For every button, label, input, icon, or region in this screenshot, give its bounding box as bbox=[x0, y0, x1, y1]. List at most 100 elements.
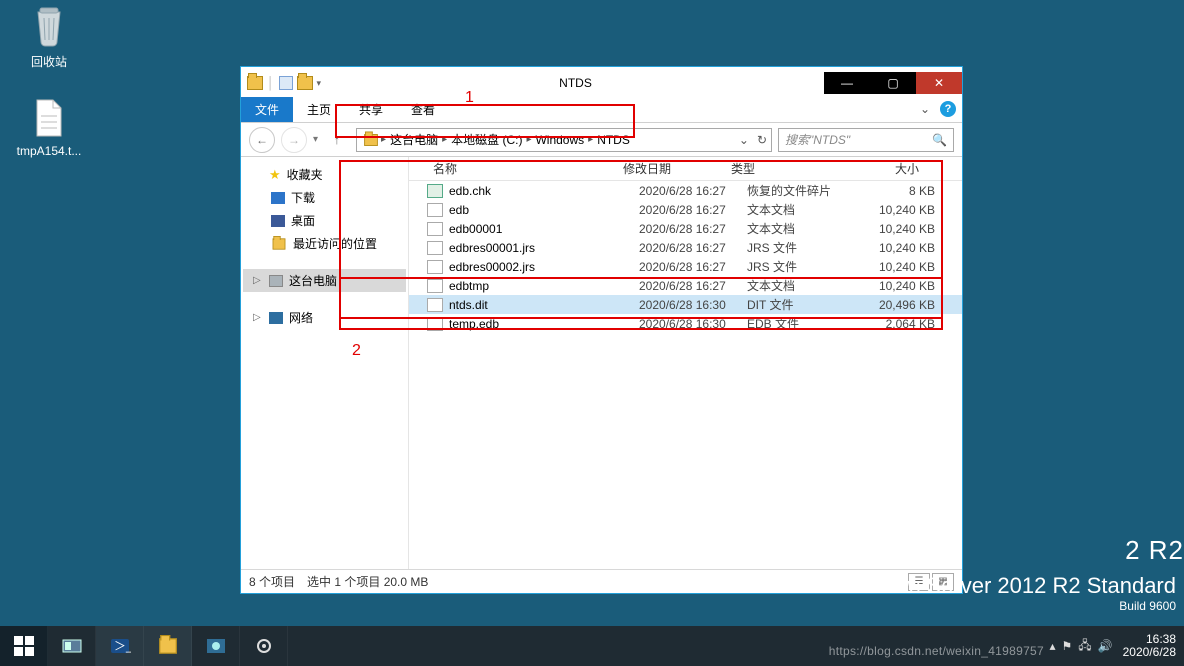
search-icon: 🔍 bbox=[932, 133, 947, 147]
file-name: edb.chk bbox=[449, 184, 639, 198]
file-size: 20,496 KB bbox=[861, 298, 951, 312]
file-icon bbox=[427, 241, 443, 255]
help-icon[interactable]: ? bbox=[940, 101, 956, 117]
file-type: 文本文档 bbox=[747, 201, 861, 218]
file-type: 文本文档 bbox=[747, 277, 861, 294]
maximize-button[interactable]: ▢ bbox=[870, 72, 916, 94]
tree-recent[interactable]: 最近访问的位置 bbox=[243, 232, 406, 255]
up-icon: ↑ bbox=[334, 133, 340, 147]
tray-network-icon[interactable]: 🖧 bbox=[1078, 636, 1091, 657]
downloads-icon bbox=[271, 192, 285, 204]
col-name[interactable]: 名称 bbox=[409, 160, 623, 177]
file-date: 2020/6/28 16:27 bbox=[639, 184, 747, 198]
taskbar-clock[interactable]: 16:38 2020/6/28 bbox=[1123, 633, 1176, 659]
back-icon: ← bbox=[256, 133, 268, 147]
file-name: edbtmp bbox=[449, 279, 639, 293]
breadcrumb-segment[interactable]: NTDS bbox=[595, 133, 632, 147]
explorer-icon bbox=[159, 638, 177, 653]
refresh-icon[interactable]: ↻ bbox=[757, 133, 767, 147]
tab-home[interactable]: 主页 bbox=[293, 97, 345, 122]
os-r2-ghost: 2 R2 bbox=[1125, 535, 1184, 566]
taskbar: ＞_ ▴ ⚑ 🖧 🔊 16:38 2020/6/28 bbox=[0, 626, 1184, 666]
app-icon bbox=[247, 76, 263, 90]
taskbar-server-manager[interactable] bbox=[48, 626, 96, 666]
back-button[interactable]: ← bbox=[249, 127, 275, 153]
ribbon: 文件 主页 共享 查看 ⌄ ? bbox=[241, 99, 962, 123]
status-count: 8 个项目 bbox=[249, 573, 295, 590]
file-icon bbox=[427, 203, 443, 217]
file-row[interactable]: ntds.dit2020/6/28 16:30DIT 文件20,496 KB bbox=[409, 295, 962, 314]
titlebar[interactable]: │ ▾ NTDS — ▢ ✕ bbox=[241, 67, 962, 99]
taskbar-powershell[interactable]: ＞_ bbox=[96, 626, 144, 666]
minimize-button[interactable]: — bbox=[824, 72, 870, 94]
file-icon bbox=[427, 298, 443, 312]
qat-dropdown-icon[interactable]: ▾ bbox=[317, 78, 322, 89]
tree-label: 最近访问的位置 bbox=[293, 235, 377, 252]
desktop-icon bbox=[271, 215, 285, 227]
file-date: 2020/6/28 16:27 bbox=[639, 260, 747, 274]
tray-up-icon[interactable]: ▴ bbox=[1049, 639, 1055, 653]
caret-icon: ▷ bbox=[253, 312, 263, 323]
file-icon bbox=[427, 184, 443, 198]
recent-dropdown-icon[interactable]: ▾ bbox=[313, 134, 318, 145]
file-date: 2020/6/28 16:27 bbox=[639, 203, 747, 217]
desktop-icon-tmpfile[interactable]: tmpA154.t... bbox=[15, 96, 83, 158]
tab-share[interactable]: 共享 bbox=[345, 97, 397, 122]
tree-label: 桌面 bbox=[291, 212, 315, 229]
close-button[interactable]: ✕ bbox=[916, 72, 962, 94]
column-headers[interactable]: 名称 修改日期 类型 大小 bbox=[409, 157, 962, 181]
tray-volume-icon[interactable]: 🔊 bbox=[1098, 639, 1113, 653]
windows-logo-icon bbox=[14, 636, 34, 656]
tree-this-pc[interactable]: ▷ 这台电脑 bbox=[243, 269, 406, 292]
qat-props-icon[interactable] bbox=[279, 76, 293, 90]
up-button[interactable]: ↑ bbox=[324, 127, 350, 153]
file-explorer-window: │ ▾ NTDS — ▢ ✕ 文件 主页 共享 查看 ⌄ ? ← → ▾ ↑ ▸… bbox=[240, 66, 963, 594]
file-row[interactable]: temp.edb2020/6/28 16:30EDB 文件2,064 KB bbox=[409, 314, 962, 333]
tree-desktop[interactable]: 桌面 bbox=[243, 209, 406, 232]
tab-view[interactable]: 查看 bbox=[397, 97, 449, 122]
file-row[interactable]: edbtmp2020/6/28 16:27文本文档10,240 KB bbox=[409, 276, 962, 295]
file-row[interactable]: edb.chk2020/6/28 16:27恢复的文件碎片8 KB bbox=[409, 181, 962, 200]
tab-file[interactable]: 文件 bbox=[241, 97, 293, 122]
file-row[interactable]: edb000012020/6/28 16:27文本文档10,240 KB bbox=[409, 219, 962, 238]
ribbon-expand-icon[interactable]: ⌄ bbox=[920, 102, 930, 116]
desktop-icon-recycle-bin[interactable]: 回收站 bbox=[15, 5, 83, 70]
star-icon: ★ bbox=[269, 167, 281, 183]
system-tray[interactable]: ▴ ⚑ 🖧 🔊 bbox=[1049, 636, 1112, 657]
search-input[interactable]: 搜索"NTDS" 🔍 bbox=[778, 128, 954, 152]
taskbar-app-2[interactable] bbox=[240, 626, 288, 666]
breadcrumb-segment[interactable]: 这台电脑 bbox=[388, 131, 440, 148]
file-size: 10,240 KB bbox=[861, 260, 951, 274]
tree-network[interactable]: ▷ 网络 bbox=[243, 306, 406, 329]
file-row[interactable]: edbres00002.jrs2020/6/28 16:27JRS 文件10,2… bbox=[409, 257, 962, 276]
tree-downloads[interactable]: 下载 bbox=[243, 186, 406, 209]
taskbar-app-1[interactable] bbox=[192, 626, 240, 666]
start-button[interactable] bbox=[0, 626, 48, 666]
file-icon bbox=[29, 96, 69, 140]
col-date[interactable]: 修改日期 bbox=[623, 160, 731, 177]
address-bar[interactable]: ▸ 这台电脑 ▸ 本地磁盘 (C:) ▸ Windows ▸ NTDS ⌄ ↻ bbox=[356, 128, 772, 152]
breadcrumb-segment[interactable]: 本地磁盘 (C:) bbox=[449, 131, 524, 148]
file-name: ntds.dit bbox=[449, 298, 639, 312]
taskbar-explorer[interactable] bbox=[144, 626, 192, 666]
file-name: temp.edb bbox=[449, 317, 639, 331]
address-dropdown-icon[interactable]: ⌄ bbox=[739, 133, 749, 147]
svg-text:＞_: ＞_ bbox=[114, 639, 131, 653]
col-size[interactable]: 大小 bbox=[845, 160, 935, 177]
tray-flag-icon[interactable]: ⚑ bbox=[1062, 639, 1073, 653]
qat-newfolder-icon[interactable] bbox=[297, 76, 313, 90]
tree-label: 收藏夹 bbox=[287, 166, 323, 183]
tree-favorites[interactable]: ★ 收藏夹 bbox=[243, 163, 406, 186]
clock-date: 2020/6/28 bbox=[1123, 646, 1176, 659]
qat-sep: │ bbox=[267, 76, 275, 90]
forward-button[interactable]: → bbox=[281, 127, 307, 153]
recycle-bin-icon bbox=[29, 5, 69, 49]
breadcrumb-segment[interactable]: Windows bbox=[533, 133, 586, 147]
col-type[interactable]: 类型 bbox=[731, 160, 845, 177]
gear-icon bbox=[253, 636, 275, 656]
content-pane: 名称 修改日期 类型 大小 edb.chk2020/6/28 16:27恢复的文… bbox=[409, 157, 962, 569]
file-size: 10,240 KB bbox=[861, 241, 951, 255]
tree-label: 下载 bbox=[291, 189, 315, 206]
file-row[interactable]: edbres00001.jrs2020/6/28 16:27JRS 文件10,2… bbox=[409, 238, 962, 257]
file-row[interactable]: edb2020/6/28 16:27文本文档10,240 KB bbox=[409, 200, 962, 219]
